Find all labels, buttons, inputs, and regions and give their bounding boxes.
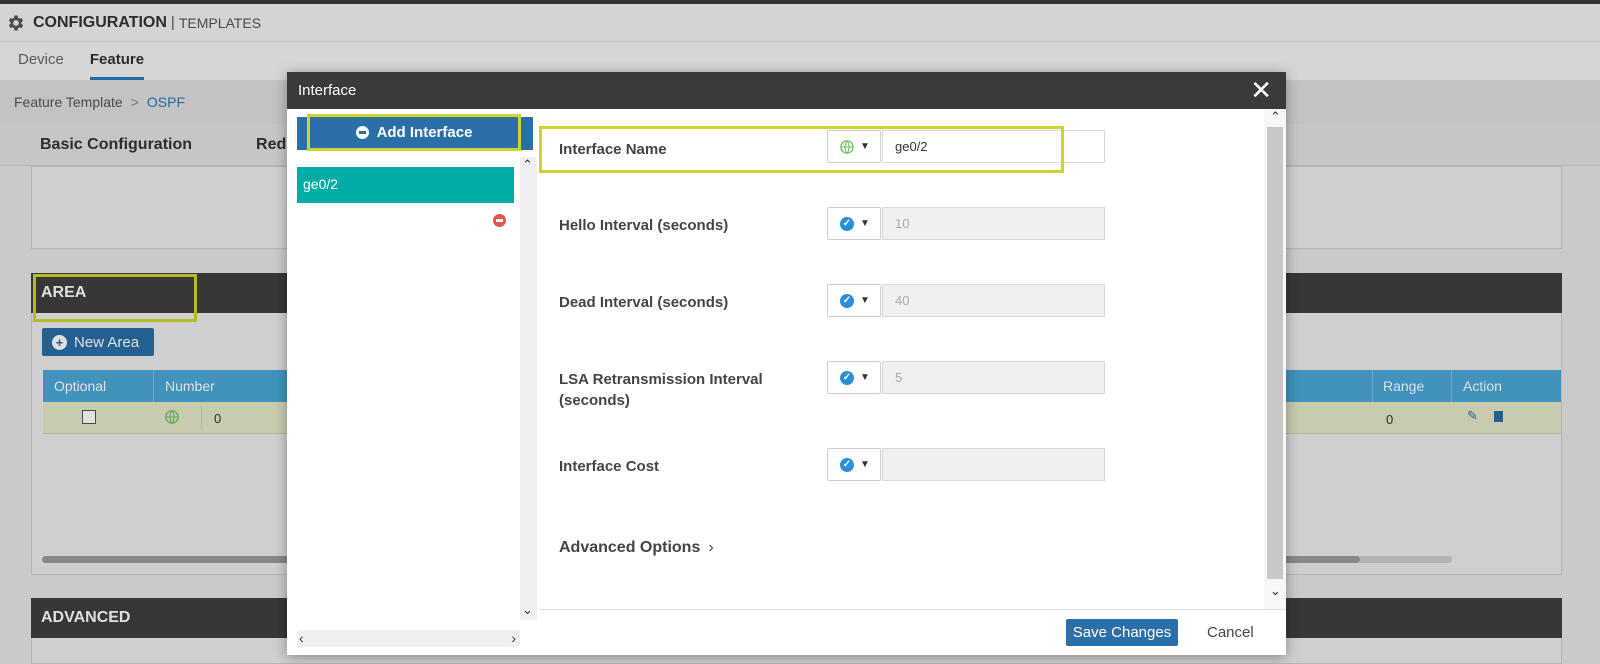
- globe-icon: [840, 139, 854, 154]
- check-icon: ✓: [840, 370, 854, 385]
- chevron-up-icon[interactable]: ⌃: [1270, 109, 1281, 125]
- dead-interval-scope-dropdown[interactable]: ✓ ▼: [827, 284, 881, 317]
- interface-name-label: Interface Name: [559, 141, 667, 158]
- minus-circle-icon: [355, 126, 369, 139]
- advanced-options-label: Advanced Options: [559, 539, 701, 556]
- hello-interval-input[interactable]: 10: [882, 207, 1105, 240]
- check-icon: ✓: [840, 293, 854, 308]
- dead-interval-input[interactable]: 40: [882, 284, 1105, 317]
- advanced-options-toggle[interactable]: Advanced Options ›: [559, 539, 714, 557]
- caret-down-icon: ▼: [860, 218, 870, 229]
- chevron-down-icon[interactable]: ⌄: [522, 602, 533, 618]
- interface-cost-scope-dropdown[interactable]: ✓ ▼: [827, 448, 881, 481]
- lsa-retransmission-label: LSA Retransmission Interval (seconds): [559, 371, 763, 409]
- chevron-right-icon: ›: [708, 539, 714, 556]
- modal-footer: Save Changes Cancel: [539, 609, 1286, 655]
- chevron-left-icon[interactable]: ‹: [299, 630, 304, 646]
- lsa-retransmission-input[interactable]: 5: [882, 361, 1105, 394]
- chevron-up-icon[interactable]: ⌃: [522, 157, 533, 173]
- check-icon: ✓: [840, 216, 854, 231]
- remove-icon[interactable]: [493, 214, 506, 227]
- chevron-right-icon[interactable]: ›: [511, 630, 516, 646]
- check-icon: ✓: [840, 457, 854, 472]
- list-horizontal-scrollbar[interactable]: ‹ ›: [297, 630, 520, 647]
- hello-interval-label: Hello Interval (seconds): [559, 217, 729, 234]
- interface-list-item[interactable]: ge0/2: [297, 167, 514, 203]
- interface-modal: Interface ✕ Add Interface ge0/2 ⌃ ⌄ ‹ › …: [287, 72, 1286, 655]
- caret-down-icon: ▼: [860, 141, 870, 152]
- add-interface-label: Add Interface: [376, 124, 473, 141]
- form-vertical-scrollbar[interactable]: ⌃ ⌄: [1264, 109, 1286, 609]
- interface-list-pane: Add Interface ge0/2 ⌃ ⌄ ‹ ›: [297, 114, 537, 650]
- close-icon[interactable]: ✕: [1250, 77, 1272, 103]
- interface-cost-input[interactable]: [882, 448, 1105, 481]
- interface-form: Interface Name ▼ ge0/2 Hello Interval (s…: [539, 109, 1286, 655]
- dead-interval-label: Dead Interval (seconds): [559, 294, 729, 311]
- cancel-button[interactable]: Cancel: [1207, 619, 1254, 646]
- scrollbar-thumb[interactable]: [1267, 127, 1283, 579]
- caret-down-icon: ▼: [860, 295, 870, 306]
- save-changes-button[interactable]: Save Changes: [1066, 619, 1178, 646]
- interface-cost-label: Interface Cost: [559, 458, 660, 475]
- chevron-down-icon[interactable]: ⌄: [1270, 583, 1281, 599]
- caret-down-icon: ▼: [860, 372, 870, 383]
- caret-down-icon: ▼: [860, 459, 870, 470]
- list-vertical-scrollbar[interactable]: ⌃ ⌄: [520, 157, 537, 620]
- modal-header: Interface ✕: [287, 72, 1286, 109]
- add-interface-button[interactable]: Add Interface: [307, 114, 521, 151]
- interface-name-scope-dropdown[interactable]: ▼: [827, 130, 881, 163]
- hello-interval-scope-dropdown[interactable]: ✓ ▼: [827, 207, 881, 240]
- modal-title: Interface: [298, 82, 357, 99]
- interface-name-input[interactable]: ge0/2: [882, 130, 1105, 163]
- lsa-retransmission-scope-dropdown[interactable]: ✓ ▼: [827, 361, 881, 394]
